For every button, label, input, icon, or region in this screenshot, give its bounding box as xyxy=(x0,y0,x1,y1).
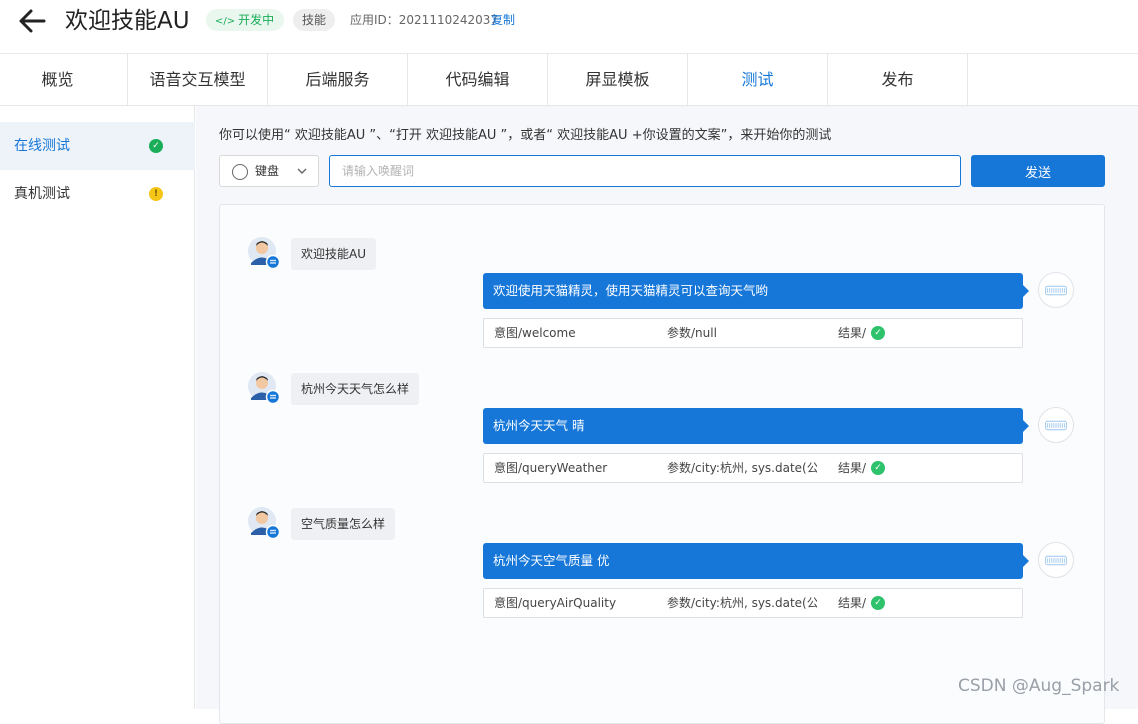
input-mode-label: 键盘 xyxy=(255,164,280,178)
send-button[interactable]: 发送 xyxy=(971,155,1105,187)
success-check-icon: ✓ xyxy=(149,139,163,153)
main-tabs: 概览 语音交互模型 后端服务 代码编辑 屏显模板 测试 发布 xyxy=(0,54,1138,106)
tmall-genie-icon xyxy=(1038,542,1074,578)
user-avatar-icon xyxy=(248,237,280,269)
tmall-genie-icon xyxy=(1038,272,1074,308)
tab-test[interactable]: 测试 xyxy=(688,54,828,106)
user-message: 欢迎技能AU xyxy=(248,237,648,271)
status-badge: </> 开发中 xyxy=(206,9,285,31)
tab-overview[interactable]: 概览 xyxy=(0,54,128,106)
intent-label: 意图/queryAirQuality xyxy=(494,596,617,610)
warning-icon: ! xyxy=(149,187,163,201)
result-row: 意图/queryWeather 参数/city:杭州, sys.date(公..… xyxy=(483,453,1023,483)
bot-bubble: 杭州今天天气 晴 xyxy=(483,408,1029,444)
conversation-panel: 欢迎技能AU 欢迎使用天猫精灵，使用天猫精灵可以查询天气哟 意图/welcome… xyxy=(219,204,1105,724)
tab-voice-model[interactable]: 语音交互模型 xyxy=(128,54,268,106)
copy-app-id-link[interactable]: 复制 xyxy=(491,9,515,31)
params-label: 参数/city:杭州, sys.date(公... xyxy=(667,461,817,475)
result-row: 意图/queryAirQuality 参数/city:杭州, sys.date(… xyxy=(483,588,1023,618)
bot-bubble: 欢迎使用天猫精灵，使用天猫精灵可以查询天气哟 xyxy=(483,273,1029,309)
intent-label: 意图/welcome xyxy=(494,326,576,340)
success-check-icon: ✓ xyxy=(871,596,885,610)
back-arrow-icon[interactable] xyxy=(17,8,47,34)
wake-word-input[interactable] xyxy=(329,155,961,187)
keyboard-icon xyxy=(232,164,248,180)
status-badge-label: 开发中 xyxy=(238,13,275,27)
tab-publish[interactable]: 发布 xyxy=(828,54,968,106)
sidebar: 在线测试 ✓ 真机测试 ! xyxy=(0,106,195,709)
success-check-icon: ✓ xyxy=(871,326,885,340)
input-mode-select[interactable]: 键盘 xyxy=(219,155,319,187)
tab-backend-service[interactable]: 后端服务 xyxy=(268,54,408,106)
result-label: 结果/ xyxy=(838,596,867,610)
app-id: 应用ID：2021110242037 xyxy=(350,13,499,27)
app-title: 欢迎技能AU xyxy=(65,8,190,34)
user-message: 空气质量怎么样 xyxy=(248,507,648,541)
result-row: 意图/welcome 参数/null 结果/ ✓ xyxy=(483,318,1023,348)
sidebar-item-online-test[interactable]: 在线测试 ✓ xyxy=(0,122,195,170)
tab-screen-template[interactable]: 屏显模板 xyxy=(548,54,688,106)
user-avatar-icon xyxy=(248,507,280,539)
test-hint: 你可以使用“ 欢迎技能AU ”、“打开 欢迎技能AU ”，或者“ 欢迎技能AU … xyxy=(219,128,832,143)
tab-code-editor[interactable]: 代码编辑 xyxy=(408,54,548,106)
intent-label: 意图/queryWeather xyxy=(494,461,608,475)
tmall-genie-icon xyxy=(1038,407,1074,443)
sidebar-item-label: 真机测试 xyxy=(14,186,70,202)
params-label: 参数/null xyxy=(667,326,717,340)
params-label: 参数/city:杭州, sys.date(公... xyxy=(667,596,817,610)
success-check-icon: ✓ xyxy=(871,461,885,475)
app-header: 欢迎技能AU </> 开发中 技能 应用ID：2021110242037 复制 xyxy=(0,0,1138,54)
sidebar-item-label: 在线测试 xyxy=(14,138,70,154)
user-avatar-icon xyxy=(248,372,280,404)
bot-bubble: 杭州今天空气质量 优 xyxy=(483,543,1029,579)
watermark: CSDN @Aug_Spark xyxy=(958,676,1120,696)
user-bubble: 空气质量怎么样 xyxy=(291,508,396,540)
user-bubble: 杭州今天天气怎么样 xyxy=(291,373,420,405)
test-panel: 你可以使用“ 欢迎技能AU ”、“打开 欢迎技能AU ”，或者“ 欢迎技能AU … xyxy=(196,106,1138,724)
type-badge: 技能 xyxy=(293,9,336,31)
user-message: 杭州今天天气怎么样 xyxy=(248,372,648,406)
result-label: 结果/ xyxy=(838,326,867,340)
sidebar-item-device-test[interactable]: 真机测试 ! xyxy=(0,170,195,218)
chevron-down-icon xyxy=(297,168,307,174)
user-bubble: 欢迎技能AU xyxy=(291,238,376,270)
code-icon: </> xyxy=(215,16,236,27)
result-label: 结果/ xyxy=(838,461,867,475)
